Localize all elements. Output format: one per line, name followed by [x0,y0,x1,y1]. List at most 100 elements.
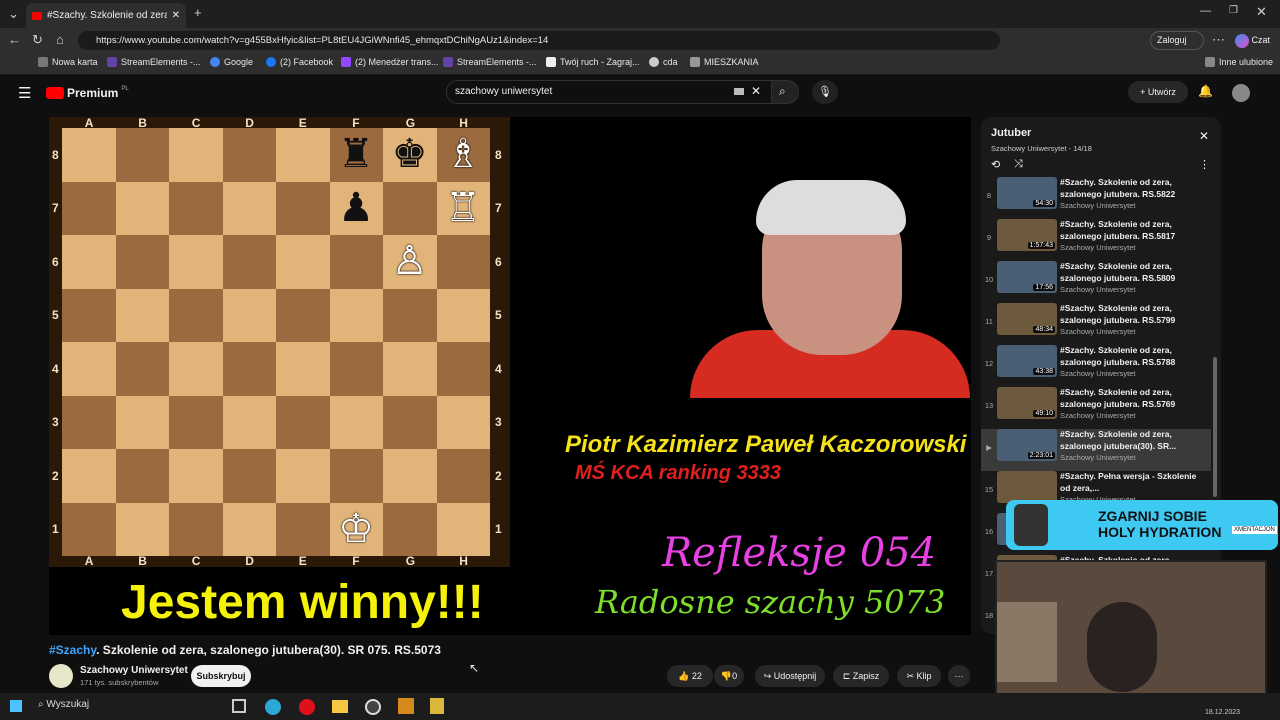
thumbs-up-icon: 👍 [678,671,692,681]
close-window-icon[interactable]: ✕ [1256,4,1267,20]
keyboard-icon[interactable] [734,88,744,95]
chess-piece: ♔ [338,505,374,552]
bookmark-7[interactable]: cda [649,57,678,67]
playlist-item[interactable]: 12 43:38 #Szachy. Szkolenie od zera, szalo… [981,345,1211,387]
close-playlist-icon[interactable]: ✕ [1199,129,1209,143]
other-bookmarks[interactable]: Inne ulubione [1205,57,1273,67]
file-label: H [459,554,468,568]
bookmark-2[interactable]: Google [210,57,253,67]
back-icon[interactable]: ← [8,32,21,47]
playlist-item[interactable]: 11 48:34 #Szachy. Szkolenie od zera, szalo… [981,303,1211,345]
playlist-menu-icon[interactable]: ⋮ [1199,158,1210,171]
playlist-item-title: #Szachy. Szkolenie od zera, szalonego ju… [1060,387,1176,409]
app-icon[interactable] [430,698,444,714]
menu-icon[interactable]: ☰ [18,84,31,102]
home-icon[interactable]: ⌂ [56,32,64,47]
notifications-icon[interactable]: 🔔 [1198,84,1213,98]
create-button[interactable]: + Utwórz [1128,81,1188,103]
tab-title: #Szachy. Szkolenie od zera, sz [47,10,167,21]
windows-start-icon[interactable] [10,700,22,712]
playlist-item-channel: Szachowy Uniwersytet [1060,369,1136,378]
reload-icon[interactable]: ↻ [32,32,43,48]
playlist-item[interactable]: 13 49:10 #Szachy. Szkolenie od zera, szalo… [981,387,1211,429]
rank-label: 3 [495,415,502,430]
search-input[interactable]: szachowy uniwersytet [446,80,772,104]
playlist-item-channel: Szachowy Uniwersytet [1060,327,1136,336]
board-square [436,395,490,449]
taskbar-search[interactable]: ⌕ Wyszukaj [38,699,89,710]
bookmark-4[interactable]: (2) Menedżer trans... [341,57,439,67]
playlist-item[interactable]: 9 1:57:43 #Szachy. Szkolenie od zera, szal… [981,219,1211,261]
chess-piece: ♚ [391,131,428,177]
search-button[interactable]: ⌕ [771,80,799,104]
duration-badge: 54:30 [1033,200,1055,207]
bookmark-1[interactable]: StreamElements -... [107,57,201,67]
bookmark-0[interactable]: Nowa karta [38,57,98,67]
avatar[interactable] [1232,84,1250,102]
opera-icon[interactable] [299,699,315,715]
share-button[interactable]: ↪ Udostępnij [755,665,825,687]
profile-button[interactable]: Zaloguj [1150,31,1204,50]
tab-list-icon[interactable]: ⌄ [8,6,19,22]
playlist-item[interactable]: 8 54:30 #Szachy. Szkolenie od zera, szalon… [981,177,1211,219]
file-explorer-icon[interactable] [332,700,348,713]
task-view-icon[interactable] [232,699,246,713]
copilot-button[interactable]: Czat [1235,31,1270,50]
app-icon[interactable] [398,698,414,714]
playlist-scrollbar[interactable] [1213,357,1217,497]
browser-tab[interactable]: #Szachy. Szkolenie od zera, sz ✕ [26,3,186,28]
mic-icon[interactable]: 🎙 [812,80,838,104]
playlist-item[interactable]: ▶ 2:23:01 #Szachy. Szkolenie od zera, szal… [981,429,1211,471]
address-bar[interactable]: https://www.youtube.com/watch?v=g455BxHf… [78,31,1000,50]
channel-name[interactable]: Szachowy Uniwersytet [80,665,188,676]
rank-label: 6 [495,254,502,269]
playlist-item-title: #Szachy. Szkolenie od zera, szalonego ju… [1060,261,1176,283]
new-tab-icon[interactable]: + [194,5,202,20]
more-actions-icon[interactable]: ⋯ [948,665,970,687]
playlist-item-channel: Szachowy Uniwersytet [1060,453,1136,462]
video-hashtag[interactable]: #Szachy [49,643,96,657]
board-square [115,235,169,289]
playlist-item-title: #Szachy. Szkolenie od zera, szalonego ju… [1060,429,1177,451]
playlist-thumbnail: 17:56 [997,261,1057,293]
bookmark-6[interactable]: Twój ruch - Zagraj... [546,57,640,67]
board-square [115,342,169,396]
file-label: D [245,116,254,130]
edge-icon[interactable] [265,699,281,715]
board-square [276,449,330,503]
playlist-item-index: 11 [985,317,993,326]
clip-button[interactable]: ✂ Klip [897,665,941,687]
clear-search-icon[interactable]: ✕ [751,84,761,98]
shuffle-icon[interactable]: ⤨ [1014,158,1023,171]
more-menu-icon[interactable]: ⋯ [1212,32,1225,48]
dislike-count: 0 [732,671,738,681]
dislike-button[interactable]: 👎0 [714,665,744,687]
bookmark-5[interactable]: StreamElements -... [443,57,537,67]
restore-icon[interactable]: ❐ [1229,5,1238,16]
board-square [169,502,223,556]
video-title-text: . Szkolenie od zera, szalonego jutubera(… [96,643,441,657]
rank-label: 2 [52,468,59,483]
bookmark-3[interactable]: (2) Facebook [266,57,333,67]
playlist-item-title: #Szachy. Szkolenie od zera, szalonego ju… [1060,303,1176,325]
board-squares: ♜ ♚ ♗ ♟ ♖ ♙ ♔ [62,128,490,556]
like-button[interactable]: 👍 22 [667,665,713,687]
loop-icon[interactable]: ⟲ [991,158,1000,171]
like-count: 22 [691,671,702,681]
subscribe-button[interactable]: Subskrybuj [191,665,251,687]
plus-icon: + [1140,87,1148,97]
playlist-item[interactable]: 10 17:56 #Szachy. Szkolenie od zera, szalo… [981,261,1211,303]
bookmark-8[interactable]: MIESZKANIA [690,57,759,67]
file-label: A [84,116,94,130]
minimize-icon[interactable]: — [1200,5,1211,17]
youtube-logo[interactable]: Premium PL [46,86,129,100]
rank-label: 8 [495,147,502,162]
close-tab-icon[interactable]: ✕ [172,10,180,21]
channel-avatar[interactable] [49,664,73,688]
presenter-name: Piotr Kazimierz Paweł Kaczorowski [565,431,967,458]
logo-text: Premium [67,86,119,100]
playlist-item-index: 13 [984,401,994,410]
save-button[interactable]: ⊏ Zapisz [833,665,889,687]
obs-icon[interactable] [365,699,381,715]
radosne-label: Radosne szachy 5073 [595,583,946,621]
